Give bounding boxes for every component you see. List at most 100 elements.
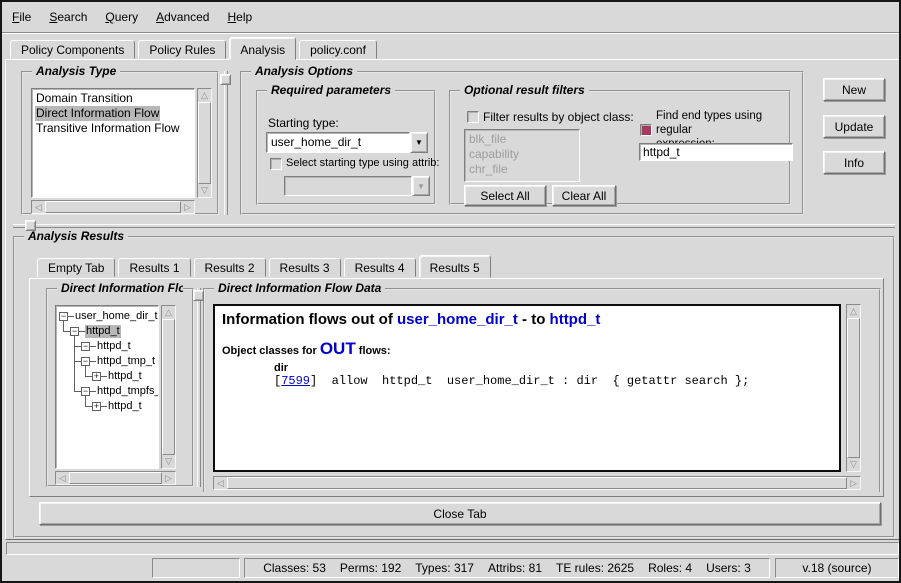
list-item-transitive-information-flow[interactable]: Transitive Information Flow (35, 121, 191, 136)
scroll-up-icon[interactable]: △ (198, 89, 211, 102)
tree-expander-minus-icon[interactable]: − (70, 327, 79, 336)
tab-results-2[interactable]: Results 2 (194, 258, 266, 277)
attrib-checkbox[interactable] (270, 158, 282, 170)
scroll-thumb[interactable] (198, 102, 211, 184)
tree-expander-minus-icon[interactable]: − (81, 342, 90, 351)
flow-subheading: Object classes for OUT flows: (222, 339, 832, 359)
menubar: File Search Query Advanced Help (2, 2, 899, 33)
scroll-right-icon[interactable]: ▷ (847, 477, 860, 489)
flow-data-title: Direct Information Flow Data (214, 281, 385, 295)
scroll-left-icon[interactable]: ◁ (32, 201, 45, 213)
tab-results-3[interactable]: Results 3 (269, 258, 341, 277)
flow-heading: Information flows out of user_home_dir_t… (222, 311, 832, 328)
scroll-up-icon[interactable]: △ (162, 306, 175, 319)
flow-tree-hscrollbar[interactable]: ◁ ▷ (55, 471, 176, 485)
flow-tree-vscrollbar[interactable]: △ ▽ (161, 305, 176, 469)
stat-attribs: Attribs: 81 (488, 561, 542, 575)
object-class-item: capability (468, 147, 576, 162)
scroll-thumb[interactable] (162, 319, 175, 455)
tab-policy-conf[interactable]: policy.conf (299, 40, 377, 59)
new-button[interactable]: New (823, 78, 885, 101)
info-button[interactable]: Info (823, 151, 885, 174)
flow-data-hscrollbar[interactable]: ◁ ▷ (213, 476, 861, 490)
scroll-thumb[interactable] (69, 472, 162, 484)
tree-expander-minus-icon[interactable]: − (81, 357, 90, 366)
menu-advanced[interactable]: Advanced (156, 10, 209, 24)
analysis-type-hscrollbar[interactable]: ◁ ▷ (31, 200, 195, 214)
analysis-results-group: Analysis Results Empty Tab Results 1 Res… (13, 236, 895, 538)
scroll-left-icon[interactable]: ◁ (56, 472, 69, 484)
find-end-types-regex-checkbox[interactable] (640, 124, 652, 136)
analysis-type-vscrollbar[interactable]: △ ▽ (197, 88, 212, 198)
tree-node[interactable]: httpd_t (96, 340, 132, 353)
tab-results-4[interactable]: Results 4 (344, 258, 416, 277)
sash-handle[interactable] (193, 290, 204, 301)
pane-sash-vertical[interactable] (224, 71, 228, 215)
tree-node[interactable]: httpd_tmp_t (96, 355, 156, 368)
tree-expander-minus-icon[interactable]: − (59, 312, 68, 321)
tree-node-selected[interactable]: httpd_t (85, 325, 121, 338)
sash-handle[interactable] (220, 74, 231, 85)
tree-node[interactable]: httpd_t (107, 370, 143, 383)
tab-empty[interactable]: Empty Tab (37, 258, 115, 277)
menu-help[interactable]: Help (227, 10, 252, 24)
sash-handle[interactable] (25, 220, 36, 231)
tab-results-5[interactable]: Results 5 (419, 255, 491, 278)
policy-version: v.18 (source) (802, 561, 871, 575)
pane-sash-horizontal[interactable] (13, 224, 895, 228)
filter-by-object-class-checkbox[interactable] (467, 111, 479, 123)
scroll-right-icon[interactable]: ▷ (181, 201, 194, 213)
results-tabbar: Empty Tab Results 1 Results 2 Results 3 … (37, 255, 494, 278)
scroll-down-icon[interactable]: ▽ (198, 184, 211, 197)
rule-number-link[interactable]: 7599 (281, 374, 310, 388)
analysis-results-title: Analysis Results (24, 229, 128, 243)
status-cell-empty (152, 558, 240, 578)
flow-source-type: user_home_dir_t (397, 311, 518, 328)
object-class-item: chr_file (468, 162, 576, 177)
stat-types: Types: 317 (415, 561, 474, 575)
scroll-right-icon[interactable]: ▷ (162, 472, 175, 484)
tab-policy-rules[interactable]: Policy Rules (138, 40, 226, 59)
flow-tree: − user_home_dir_t − httpd_t − httpd_t − … (55, 305, 159, 469)
tree-expander-plus-icon[interactable]: + (92, 372, 101, 381)
stat-perms: Perms: 192 (340, 561, 401, 575)
results-sash-vertical[interactable] (197, 288, 201, 487)
regex-input[interactable] (639, 143, 793, 161)
tree-node[interactable]: httpd_t (107, 400, 143, 413)
tab-analysis[interactable]: Analysis (229, 37, 296, 60)
filter-by-object-class-label: Filter results by object class: (483, 110, 634, 124)
scroll-thumb[interactable] (45, 201, 181, 213)
analysis-options-group: Analysis Options Required parameters Sta… (240, 71, 804, 215)
scroll-down-icon[interactable]: ▽ (162, 455, 175, 468)
tree-expander-plus-icon[interactable]: + (92, 402, 101, 411)
menu-query[interactable]: Query (105, 10, 138, 24)
menu-file[interactable]: File (12, 10, 31, 24)
scroll-down-icon[interactable]: ▽ (847, 458, 860, 471)
close-tab-button[interactable]: Close Tab (39, 502, 881, 525)
tab-results-1[interactable]: Results 1 (118, 258, 190, 277)
tree-node[interactable]: user_home_dir_t (74, 310, 159, 323)
te-rule-line: [7599] allow httpd_t user_home_dir_t : d… (274, 374, 832, 388)
scroll-thumb[interactable] (227, 477, 847, 489)
dropdown-arrow-icon[interactable]: ▼ (410, 132, 428, 153)
tab-policy-components[interactable]: Policy Components (10, 40, 135, 59)
flow-target-type: httpd_t (550, 311, 601, 328)
scroll-left-icon[interactable]: ◁ (214, 477, 227, 489)
stat-te-rules: TE rules: 2625 (556, 561, 634, 575)
tree-node[interactable]: httpd_tmpfs_t (96, 385, 159, 398)
optional-result-filters-group: Optional result filters Filter results b… (449, 90, 791, 205)
list-item-domain-transition[interactable]: Domain Transition (35, 91, 191, 106)
select-all-button[interactable]: Select All (464, 185, 546, 206)
clear-all-button[interactable]: Clear All (552, 185, 616, 206)
starting-type-combobox[interactable]: user_home_dir_t ▼ (266, 132, 428, 153)
update-button[interactable]: Update (823, 115, 885, 138)
stat-roles: Roles: 4 (648, 561, 692, 575)
list-item-direct-information-flow[interactable]: Direct Information Flow (35, 106, 191, 121)
main-tabbar: Policy Components Policy Rules Analysis … (10, 37, 380, 60)
flow-data-vscrollbar[interactable]: △ ▽ (846, 304, 861, 472)
scroll-thumb[interactable] (847, 318, 860, 458)
status-cell-version: v.18 (source) (775, 558, 899, 578)
scroll-up-icon[interactable]: △ (847, 305, 860, 318)
tree-expander-minus-icon[interactable]: − (81, 387, 90, 396)
menu-search[interactable]: Search (49, 10, 87, 24)
